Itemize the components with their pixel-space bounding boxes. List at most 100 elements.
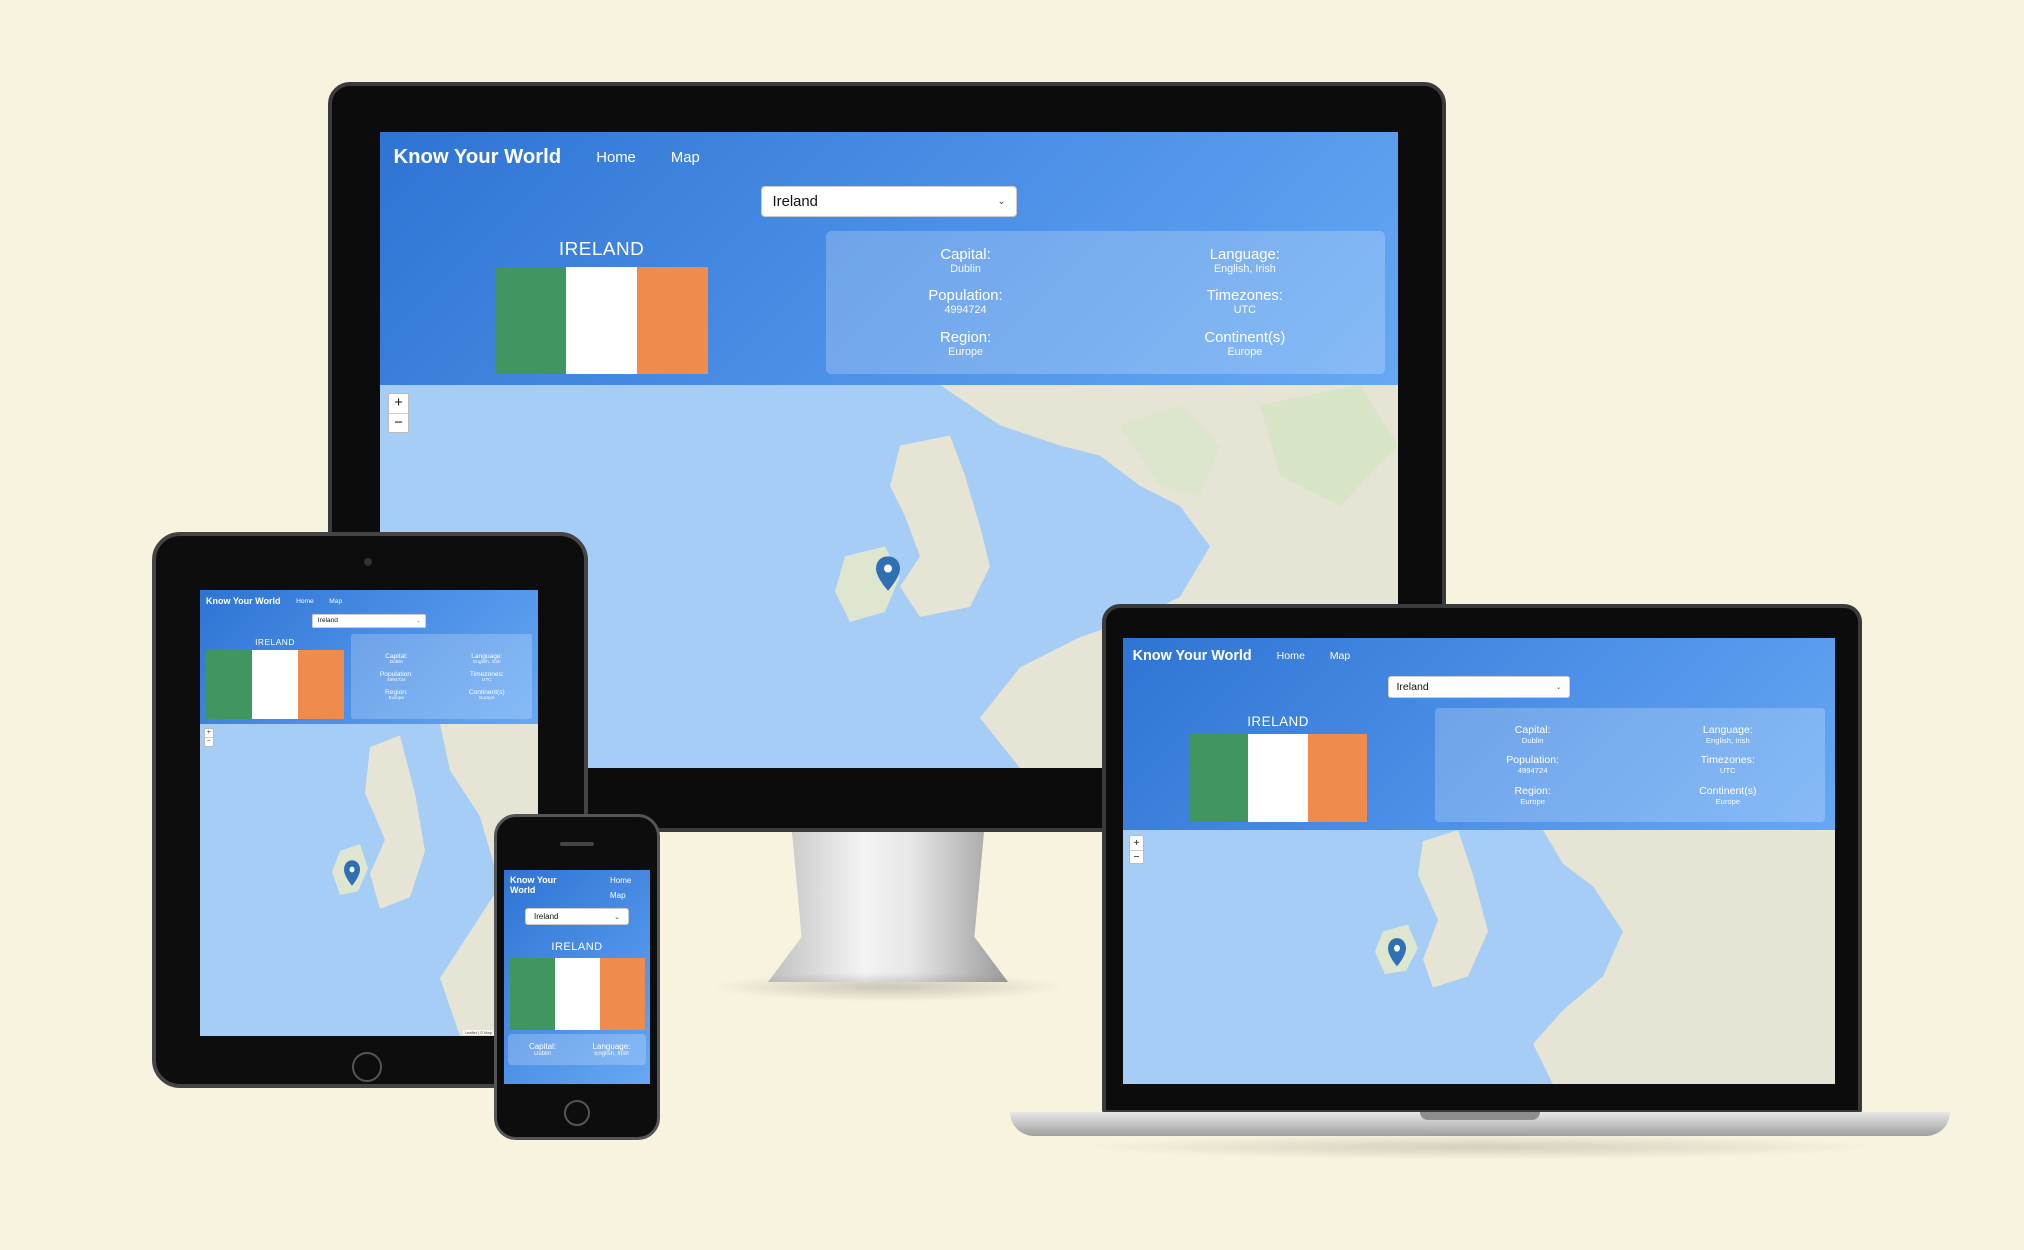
laptop-fact-timezones: Timezones: UTC <box>1630 754 1825 775</box>
laptop-fact-region-label: Region: <box>1514 785 1551 798</box>
phone-nav-home-link[interactable]: Home <box>610 876 631 885</box>
fact-timezones: Timezones: UTC <box>1105 288 1384 316</box>
fact-capital-label: Capital: <box>940 246 991 263</box>
tablet-screen: Know Your World Home Map Ireland ⌄ IRELAN… <box>200 590 538 1036</box>
tablet-fact-continents-value: Europe <box>479 695 495 701</box>
country-select-value: Ireland <box>772 193 818 210</box>
laptop-fact-capital-label: Capital: <box>1514 723 1551 736</box>
fact-capital: Capital: Dublin <box>826 247 1105 275</box>
phone-brand-title[interactable]: Know Your World <box>510 875 570 896</box>
zoom-out-button[interactable]: − <box>389 412 408 432</box>
phone-facts-panel: Capital: Dublin Language: English, Irish <box>508 1034 646 1065</box>
nav-home-link[interactable]: Home <box>596 150 636 166</box>
laptop-screen: Know Your World Home Map Ireland ⌄ IRELAN… <box>1123 638 1835 1084</box>
phone: Know Your World Home Map Ireland ⌄ IRELAN… <box>494 814 660 1144</box>
tablet-fact-region: Region: Europe <box>351 689 441 701</box>
laptop-fact-population: Population: 4994724 <box>1435 754 1630 775</box>
tablet-fact-continents: Continent(s) Europe <box>442 689 532 701</box>
laptop-nav-map-link[interactable]: Map <box>1330 650 1351 662</box>
laptop-country-panel: IRELAND <box>1133 708 1424 822</box>
laptop-info-row: IRELAND Capital: Dublin Language: English,… <box>1123 708 1835 830</box>
header: Know Your World Home Map Ireland ⌄ IRELAN… <box>380 132 1398 385</box>
phone-home-button <box>564 1100 590 1126</box>
laptop-fact-population-label: Population: <box>1506 754 1560 767</box>
tablet-fact-language-value: English, Irish <box>473 659 501 665</box>
country-select[interactable]: Ireland ⌄ <box>760 185 1018 218</box>
tablet-fact-timezones: Timezones: UTC <box>442 671 532 683</box>
laptop-facts-panel: Capital: Dublin Language: English, Irish P… <box>1435 708 1826 822</box>
fact-language-label: Language: <box>1209 246 1280 263</box>
tablet-fact-population: Population: 4994724 <box>351 671 441 683</box>
tablet-country-select-wrap: Ireland ⌄ <box>200 613 538 634</box>
chevron-down-icon: ⌄ <box>614 913 620 921</box>
ireland-flag <box>494 267 709 375</box>
laptop-country-select-wrap: Ireland ⌄ <box>1123 674 1835 708</box>
tablet-app-root: Know Your World Home Map Ireland ⌄ IRELAN… <box>200 590 538 1036</box>
laptop-fact-timezones-label: Timezones: <box>1700 754 1755 767</box>
laptop-zoom-control: + − <box>1128 835 1145 865</box>
tablet-fact-capital-label: Capital: <box>385 652 408 660</box>
chevron-down-icon: ⌄ <box>997 196 1006 207</box>
laptop-country-name: IRELAND <box>1247 713 1309 729</box>
tablet-zoom-in-button[interactable]: + <box>205 729 213 737</box>
laptop-header: Know Your World Home Map Ireland ⌄ IRELAN… <box>1123 638 1835 830</box>
tablet-fact-timezones-value: UTC <box>481 677 492 683</box>
zoom-in-button[interactable]: + <box>389 394 408 413</box>
phone-country-select-wrap: Ireland ⌄ <box>504 906 650 935</box>
tablet-fact-region-label: Region: <box>385 688 408 696</box>
laptop-zoom-out-button[interactable]: − <box>1129 849 1144 863</box>
fact-timezones-value: UTC <box>1233 304 1256 317</box>
tablet-country-select[interactable]: Ireland ⌄ <box>312 613 426 628</box>
tablet-nav-map-link[interactable]: Map <box>329 598 342 605</box>
tablet-brand-title[interactable]: Know Your World <box>206 596 281 606</box>
tablet-home-button <box>352 1052 382 1082</box>
laptop-brand-title[interactable]: Know Your World <box>1133 648 1252 664</box>
tablet-fact-region-value: Europe <box>388 695 405 701</box>
laptop-fact-timezones-value: UTC <box>1719 766 1736 776</box>
tablet-map-view[interactable]: + − Leaflet | © Map Tiler © OpenStreetMa… <box>200 724 538 1036</box>
phone-speaker <box>560 842 594 846</box>
laptop-zoom-in-button[interactable]: + <box>1130 836 1143 849</box>
tablet-country-select-value: Ireland <box>317 617 338 625</box>
fact-region-value: Europe <box>948 345 983 358</box>
tablet-nav-home-link[interactable]: Home <box>296 598 314 605</box>
fact-population-label: Population: <box>928 288 1003 305</box>
laptop-country-select[interactable]: Ireland ⌄ <box>1387 676 1571 699</box>
zoom-control: + − <box>388 392 409 433</box>
brand-title[interactable]: Know Your World <box>394 146 562 169</box>
phone-app-root: Know Your World Home Map Ireland ⌄ IRELAN… <box>504 870 650 1084</box>
fact-continents: Continent(s) Europe <box>1105 330 1384 358</box>
tablet-country-name: IRELAND <box>255 637 295 648</box>
tablet-map-tiles <box>200 724 538 1036</box>
fact-language: Language: English, Irish <box>1105 247 1384 275</box>
tablet-fact-population-value: 4994724 <box>387 677 406 683</box>
laptop-map-view[interactable]: + − <box>1123 829 1835 1084</box>
facts-panel: Capital: Dublin Language: English, Irish P… <box>825 230 1385 375</box>
laptop-ireland-flag <box>1188 733 1368 822</box>
chevron-down-icon: ⌄ <box>416 618 421 624</box>
laptop-notch <box>1420 1112 1540 1120</box>
tablet-zoom-out-button[interactable]: − <box>204 737 213 745</box>
laptop-shadow <box>1070 1134 1890 1160</box>
laptop-fact-continents: Continent(s) Europe <box>1630 785 1825 806</box>
tablet-info-row: IRELAND Capital: Dublin Language: English,… <box>200 633 538 724</box>
monitor-stand <box>768 832 1008 982</box>
phone-country-select[interactable]: Ireland ⌄ <box>525 908 629 925</box>
phone-header: Know Your World Home Map Ireland ⌄ IRELAN… <box>504 870 650 1084</box>
laptop-fact-continents-value: Europe <box>1715 797 1741 807</box>
phone-screen: Know Your World Home Map Ireland ⌄ IRELAN… <box>504 870 650 1084</box>
tablet-navbar: Know Your World Home Map <box>200 590 538 613</box>
laptop-fact-language: Language: English, Irish <box>1630 724 1825 745</box>
laptop-fact-language-value: English, Irish <box>1705 735 1750 745</box>
navbar: Know Your World Home Map <box>380 132 1398 183</box>
chevron-down-icon: ⌄ <box>1555 684 1562 692</box>
tablet-fact-language: Language: English, Irish <box>442 653 532 665</box>
laptop-nav-home-link[interactable]: Home <box>1277 650 1305 662</box>
phone-fact-language-label: Language: <box>592 1042 631 1051</box>
nav-map-link[interactable]: Map <box>671 150 700 166</box>
phone-nav-map-link[interactable]: Map <box>610 891 631 900</box>
phone-fact-language: Language: English, Irish <box>577 1042 646 1057</box>
phone-nav-links: Home Map <box>610 876 631 900</box>
tablet-fact-continents-label: Continent(s) <box>468 688 505 696</box>
phone-fact-capital: Capital: Dublin <box>508 1042 577 1057</box>
